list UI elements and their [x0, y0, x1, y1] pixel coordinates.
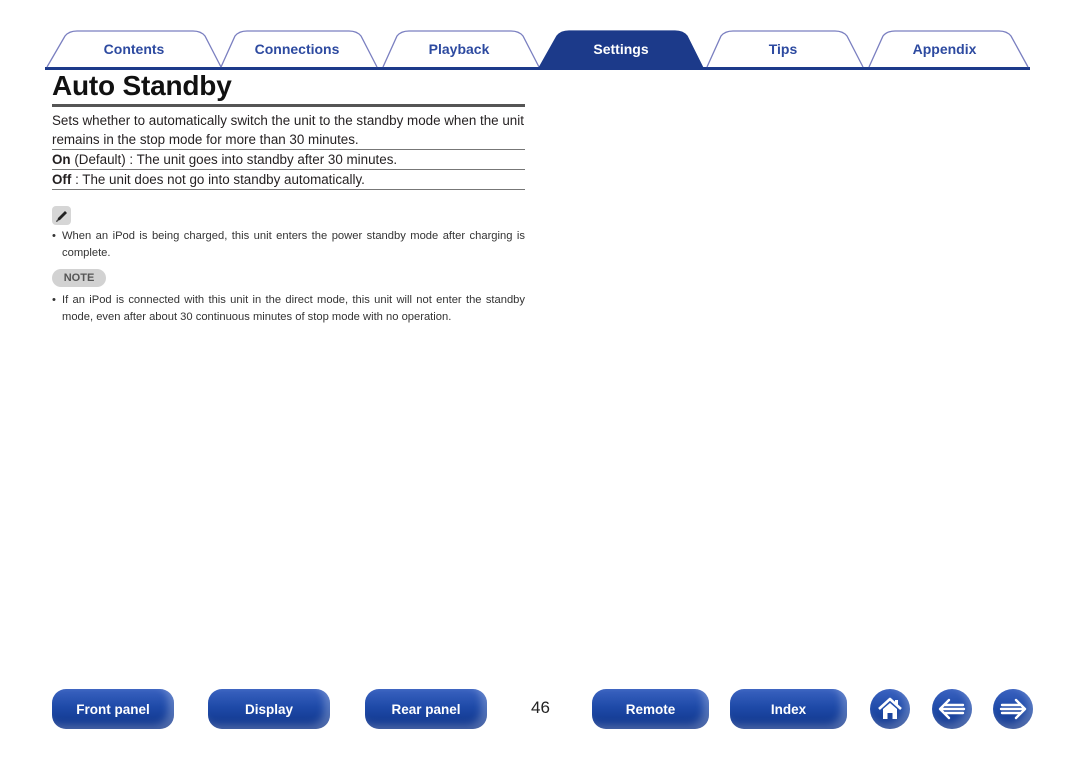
- tab-settings[interactable]: Settings: [535, 30, 707, 68]
- tab-tips[interactable]: Tips: [697, 30, 869, 68]
- tab-label: Settings: [593, 41, 649, 57]
- tab-contents[interactable]: Contents: [45, 30, 223, 68]
- memo-text: When an iPod is being charged, this unit…: [62, 230, 525, 259]
- divider: [52, 189, 525, 190]
- tab-playback[interactable]: Playback: [373, 30, 545, 68]
- bullet: •: [52, 230, 56, 242]
- note-item: • If an iPod is connected with this unit…: [52, 292, 525, 326]
- remote-button[interactable]: Remote: [592, 689, 709, 729]
- note-badge: NOTE: [52, 269, 106, 287]
- back-button[interactable]: [932, 689, 972, 729]
- display-button[interactable]: Display: [208, 689, 330, 729]
- note-text: If an iPod is connected with this unit i…: [62, 294, 525, 323]
- tab-label: Playback: [428, 41, 490, 57]
- pencil-icon: [52, 206, 71, 225]
- description: Sets whether to automatically switch the…: [52, 113, 524, 147]
- forward-button[interactable]: [993, 689, 1033, 729]
- memo-item: • When an iPod is being charged, this un…: [52, 228, 525, 262]
- option-on: On (Default) : The unit goes into standb…: [52, 152, 525, 167]
- tab-label: Appendix: [912, 41, 977, 57]
- option-name: Off: [52, 172, 72, 187]
- option-name: On: [52, 152, 71, 167]
- tab-connections[interactable]: Connections: [211, 30, 383, 68]
- tab-label: Contents: [103, 41, 165, 57]
- front-panel-button[interactable]: Front panel: [52, 689, 174, 729]
- note-list: • If an iPod is connected with this unit…: [52, 292, 525, 326]
- tab-label: Tips: [768, 41, 798, 57]
- forward-arrow-icon: [999, 698, 1027, 720]
- index-button[interactable]: Index: [730, 689, 847, 729]
- home-button[interactable]: [870, 689, 910, 729]
- tab-appendix[interactable]: Appendix: [859, 30, 1030, 68]
- option-off: Off : The unit does not go into standby …: [52, 172, 525, 187]
- page-number: 46: [531, 698, 550, 717]
- divider: [52, 149, 525, 150]
- option-detail: (Default) : The unit goes into standby a…: [70, 152, 398, 167]
- page-title: Auto Standby: [52, 70, 232, 101]
- back-arrow-icon: [938, 698, 966, 720]
- bullet: •: [52, 294, 56, 306]
- rear-panel-button[interactable]: Rear panel: [365, 689, 487, 729]
- divider: [52, 169, 525, 170]
- tab-bar: Contents Connections Playback Settings T…: [45, 30, 1030, 70]
- home-icon: [878, 697, 902, 719]
- tab-label: Connections: [254, 41, 340, 57]
- title-rule: [52, 104, 525, 107]
- option-detail: : The unit does not go into standby auto…: [71, 172, 365, 187]
- memo-list: • When an iPod is being charged, this un…: [52, 228, 525, 262]
